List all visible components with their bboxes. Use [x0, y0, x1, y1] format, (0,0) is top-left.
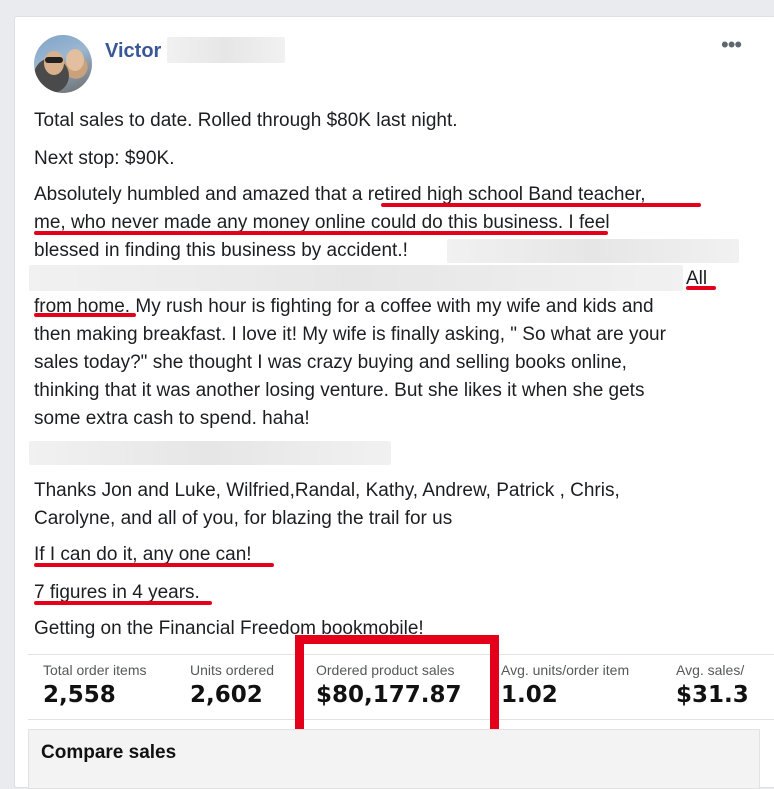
- post-text-line: Total sales to date. Rolled through $80K…: [34, 110, 458, 131]
- post-text-line: Thanks Jon and Luke, Wilfried,Randal, Ka…: [34, 480, 620, 501]
- stat-value: 1.02: [501, 682, 558, 708]
- avatar[interactable]: [34, 35, 92, 93]
- more-options-icon[interactable]: •••: [721, 34, 749, 56]
- avatar-face: [66, 49, 84, 71]
- compare-sales-section: Compare sales: [28, 729, 760, 789]
- post-text-line: then making breakfast. I love it! My wif…: [34, 324, 666, 345]
- post-text-line: some extra cash to spend. haha!: [34, 408, 310, 429]
- stat-value: $31.3: [676, 682, 749, 708]
- stat-label: Total order items: [43, 662, 147, 678]
- stat-value: 2,602: [190, 682, 263, 708]
- post-card: Victor ••• Total sales to date. Rolled t…: [14, 16, 774, 789]
- underline-annotation: [34, 313, 136, 317]
- underline-annotation: [686, 286, 716, 290]
- author-name[interactable]: Victor: [105, 40, 161, 63]
- avatar-face: [44, 51, 64, 75]
- underline-annotation: [34, 231, 608, 235]
- post-text-line: thinking that it was another losing vent…: [34, 380, 645, 401]
- stat-label: Avg. units/order item: [501, 662, 630, 678]
- compare-sales-title: Compare sales: [41, 742, 177, 763]
- stat-label: Avg. sales/: [676, 662, 745, 678]
- stat-value: 2,558: [43, 682, 116, 708]
- underline-annotation: [34, 563, 274, 567]
- redacted-text: [447, 239, 739, 263]
- redacted-text: [29, 441, 391, 465]
- post-text-line: blessed in finding this business by acci…: [34, 240, 408, 261]
- redacted-name: [167, 37, 285, 63]
- post-text-line: Next stop: $90K.: [34, 148, 175, 169]
- post-text-line: Carolyne, and all of you, for blazing th…: [34, 508, 453, 529]
- underline-annotation: [34, 601, 212, 605]
- underline-annotation: [381, 203, 701, 207]
- post-text-line: sales today?" she thought I was crazy bu…: [34, 352, 627, 373]
- redacted-text: [29, 265, 683, 291]
- stat-label: Units ordered: [190, 662, 275, 678]
- avatar-sunglasses: [45, 57, 63, 63]
